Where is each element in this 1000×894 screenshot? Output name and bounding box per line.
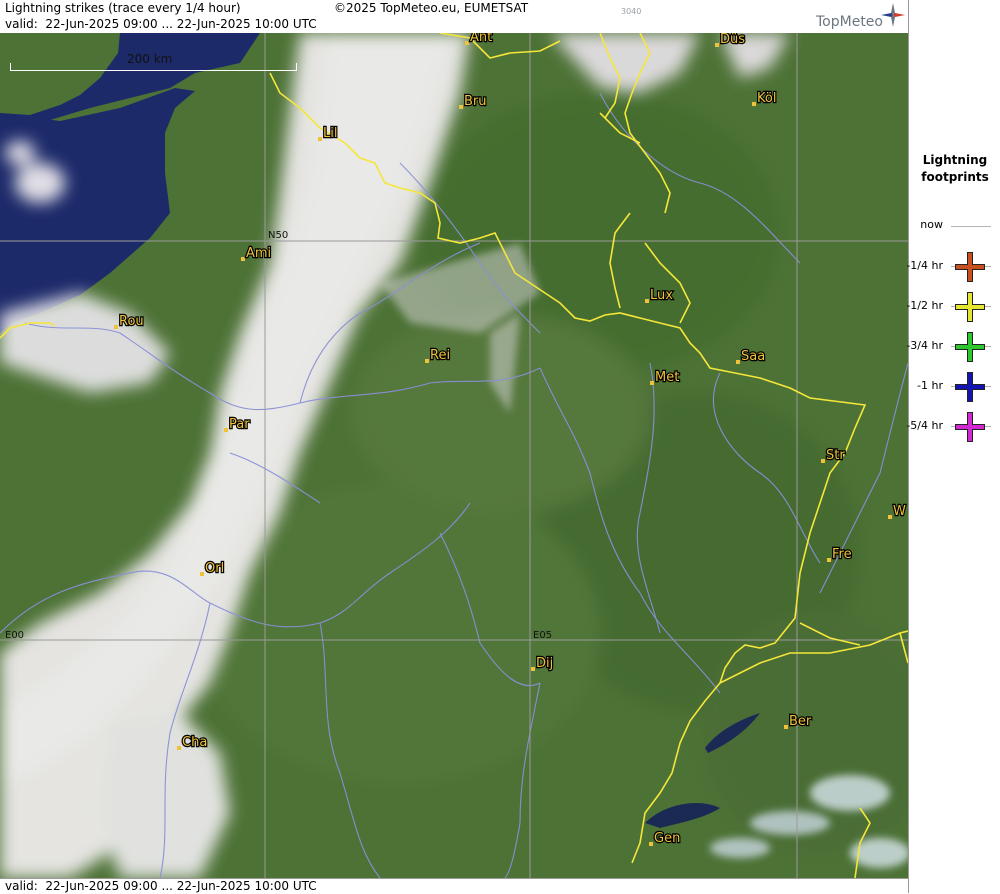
city-bru: Bru	[459, 93, 488, 110]
satellite-map[interactable]: Ant Düs Bru Köl Lil Ami Lux Rou Rei Saa Met Par Str W…	[0, 33, 908, 878]
city-label: Bru	[464, 94, 487, 109]
city-dot	[645, 299, 649, 303]
city-ber: Ber	[784, 713, 813, 730]
legend-title-line2: footprints	[921, 170, 989, 184]
city-label: Par	[229, 417, 250, 432]
city-rou: Rou	[114, 313, 145, 330]
legend-item-label: now	[920, 218, 943, 231]
legend-item-label: -1 hr	[917, 379, 943, 392]
city-label: Dij	[536, 656, 553, 671]
city-dot	[177, 746, 181, 750]
city-dot	[241, 257, 245, 261]
city-label: Ant	[470, 33, 492, 45]
city-gen: Gen	[649, 830, 682, 847]
city-label: W	[893, 504, 906, 519]
product-code: 3040	[621, 7, 642, 16]
legend-item: -5/4 hr	[906, 412, 1000, 455]
city-label: Köl	[757, 91, 776, 106]
lightning-cross-icon	[955, 372, 985, 402]
city-label: Gen	[654, 831, 680, 846]
lightning-cross-icon	[955, 412, 985, 442]
city-düs: Düs	[715, 33, 746, 48]
city-saa: Saa	[736, 348, 766, 365]
map-canvas: Ant Düs Bru Köl Lil Ami Lux Rou Rei Saa Met Par Str W…	[0, 33, 908, 878]
legend-item: -1 hr	[909, 372, 1000, 415]
city-dot	[224, 428, 228, 432]
city-label: Cha	[182, 735, 207, 750]
longitude-label-east: E05	[533, 630, 552, 641]
city-label: Met	[655, 370, 679, 385]
scale-bar: 200 km	[10, 52, 297, 71]
validity-period-footer: valid: 22-Jun-2025 09:00 ... 22-Jun-2025…	[5, 879, 317, 893]
city-label: Fre	[832, 547, 852, 562]
scale-bar-label: 200 km	[127, 52, 173, 66]
city-ami: Ami	[241, 245, 272, 262]
latitude-label: N50	[268, 230, 288, 241]
city-met: Met	[650, 369, 681, 386]
city-dot	[649, 842, 653, 846]
legend-item-label: -3/4 hr	[906, 339, 943, 352]
city-label: Lil	[323, 126, 337, 141]
legend-title-line1: Lightning	[922, 153, 988, 167]
legend-item: -1/4 hr	[906, 252, 1000, 295]
city-dot	[200, 572, 204, 576]
legend-item: -3/4 hr	[906, 332, 1000, 375]
longitude-label-west: E00	[5, 630, 24, 641]
city-dot	[459, 105, 463, 109]
city-label: Orl	[205, 561, 224, 576]
city-dot	[715, 43, 719, 47]
city-dot	[425, 359, 429, 363]
legend-item-label: -1/4 hr	[906, 259, 943, 272]
city-dot	[465, 41, 469, 45]
legend-item-label: -5/4 hr	[906, 419, 943, 432]
city-dot	[784, 725, 788, 729]
map-footer: valid: 22-Jun-2025 09:00 ... 22-Jun-2025…	[0, 878, 908, 894]
map-header: Lightning strikes (trace every 1/4 hour)…	[0, 0, 908, 34]
legend-title: Lightning footprints	[909, 152, 1000, 186]
city-label: Ami	[246, 246, 271, 261]
city-cha: Cha	[177, 734, 208, 751]
city-label: Ber	[789, 714, 812, 729]
validity-period: valid: 22-Jun-2025 09:00 ... 22-Jun-2025…	[5, 17, 317, 31]
city-dot	[827, 558, 831, 562]
city-label: Rei	[430, 348, 450, 363]
city-label: Str	[826, 448, 845, 463]
city-label: Düs	[720, 33, 745, 47]
map-title: Lightning strikes (trace every 1/4 hour)	[5, 1, 241, 15]
topmeteo-logo: TopMeteo	[816, 14, 883, 30]
copyright-text: ©2025 TopMeteo.eu, EUMETSAT	[334, 1, 529, 15]
city-dot	[736, 360, 740, 364]
compass-rose-icon	[881, 3, 905, 27]
city-lux: Lux	[645, 287, 674, 304]
city-dot	[650, 381, 654, 385]
legend-panel: Lightning footprints now -1/4 hr -1/2 hr -3…	[906, 0, 1000, 893]
lightning-cross-icon	[955, 332, 985, 362]
city-label: Saa	[741, 349, 765, 364]
city-dot	[318, 137, 322, 141]
city-dot	[531, 667, 535, 671]
city-ant: Ant	[465, 33, 493, 46]
lightning-cross-icon	[955, 252, 985, 282]
city-dot	[752, 102, 756, 106]
city-dot	[888, 515, 892, 519]
legend-item: now	[909, 215, 1000, 255]
city-label: Lux	[650, 288, 673, 303]
city-label: Rou	[119, 314, 144, 329]
lightning-cross-icon	[955, 292, 985, 322]
city-dot	[114, 325, 118, 329]
legend-item-label: -1/2 hr	[906, 299, 943, 312]
legend-item: -1/2 hr	[906, 292, 1000, 335]
city-dot	[821, 459, 825, 463]
